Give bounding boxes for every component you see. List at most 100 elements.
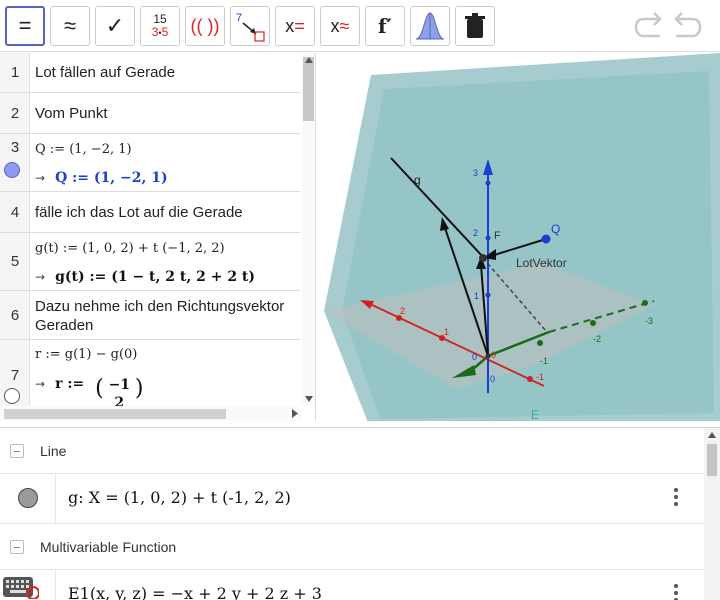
z-tick-label: 2: [473, 228, 478, 238]
derivative-tool-button[interactable]: f′: [365, 6, 405, 46]
svg-text:7: 7: [236, 12, 242, 24]
group-header-line[interactable]: Line: [0, 428, 704, 474]
row-number: 1: [0, 53, 30, 92]
cas-text-cell[interactable]: fälle ich das Lot auf die Gerade: [35, 204, 296, 221]
substitute-tool-button[interactable]: 7: [230, 6, 270, 46]
group-name: Multivariable Function: [40, 539, 177, 555]
probability-tool-button[interactable]: [410, 6, 450, 46]
cas-vertical-scroll-thumb[interactable]: [303, 57, 314, 121]
scroll-up-icon[interactable]: [305, 56, 313, 64]
trash-icon: [465, 13, 485, 38]
expand-tool-button[interactable]: (( )): [185, 6, 225, 46]
distribution-icon: [415, 12, 445, 40]
cas-row[interactable]: 6 Dazu nehme ich den Richtungsvektor Ger…: [0, 291, 300, 340]
cas-text-cell[interactable]: Dazu nehme ich den Richtungsvektor Gerad…: [35, 297, 296, 335]
substitute-icon: 7: [236, 12, 265, 42]
cas-horizontal-scroll-thumb[interactable]: [4, 409, 226, 419]
x-tick-label: -1: [536, 372, 544, 382]
cas-horizontal-scrollbar[interactable]: [0, 406, 302, 421]
lot-vektor-label: LotVektor: [516, 256, 567, 270]
cas-row[interactable]: 1 Lot fällen auf Gerade: [0, 53, 300, 93]
visibility-toggle[interactable]: [0, 474, 56, 523]
cas-toolbar: = ≈ ✓ 15 3•5 (( )) 7 x= x≈ f′: [0, 0, 720, 52]
y-tick-label: -1: [540, 356, 548, 366]
object-marker-icon[interactable]: [18, 488, 38, 508]
algebra-expression[interactable]: E1(x, y, z) = −x + 2 y + 2 z + 3: [68, 584, 322, 600]
visibility-toggle-icon[interactable]: [4, 388, 20, 404]
origin-point: [485, 353, 491, 359]
cas-row[interactable]: 2 Vom Punkt: [0, 93, 300, 134]
group-header-function[interactable]: Multivariable Function: [0, 524, 704, 570]
algebra-item-function-e1[interactable]: E1(x, y, z) = −x + 2 y + 2 z + 3: [0, 570, 704, 600]
delete-tool-button[interactable]: [455, 6, 495, 46]
matrix-bracket-right: ): [134, 376, 144, 401]
algebra-item-line-g[interactable]: g: X = (1, 0, 2) + t (-1, 2, 2): [0, 474, 704, 524]
algebra-view: Line g: X = (1, 0, 2) + t (-1, 2, 2) Mul…: [0, 427, 720, 600]
more-menu-icon[interactable]: [674, 584, 678, 600]
undo-icon[interactable]: [634, 12, 666, 40]
visibility-toggle-icon[interactable]: [4, 162, 20, 178]
more-menu-icon[interactable]: [674, 488, 678, 509]
cas-row[interactable]: 5 g(t) := (1, 0, 2) + t (−1, 2, 2) → g(t)…: [0, 233, 300, 291]
row-number: 2: [0, 93, 30, 133]
y-tick-label: -2: [593, 334, 601, 344]
collapse-icon[interactable]: [10, 444, 24, 458]
cas-input[interactable]: r := g(1) − g(0): [35, 347, 296, 362]
solve-tool-button[interactable]: x=: [275, 6, 315, 46]
evaluate-tool-button[interactable]: =: [5, 6, 45, 46]
factor-product: 3•5: [151, 24, 169, 39]
row-number: 6: [0, 291, 30, 339]
group-name: Line: [40, 443, 67, 459]
y-tick-label: -3: [645, 316, 653, 326]
line-g-label: g: [414, 173, 421, 187]
scroll-down-icon[interactable]: [305, 395, 313, 403]
row-number: 5: [0, 233, 30, 290]
z-tick-label: 3: [473, 168, 478, 178]
cas-output: → Q := (1, −2, 1): [35, 170, 168, 186]
derivative-icon: f′: [378, 14, 392, 38]
row-number: 7: [0, 340, 30, 410]
cas-input[interactable]: Q := (1, −2, 1): [35, 142, 296, 157]
cas-view: 1 Lot fällen auf Gerade 2 Vom Punkt 3 Q …: [0, 53, 316, 421]
z-tick-label: 1: [474, 291, 479, 301]
redo-icon[interactable]: [670, 12, 702, 40]
graphics-3d-view[interactable]: -1 -2 -3 2 1 0 -1 3 2 1 0 0 g F Q LotVek…: [324, 53, 720, 421]
point-Q[interactable]: [541, 234, 551, 244]
numeric-tool-button[interactable]: ≈: [50, 6, 90, 46]
point-F-label: F: [494, 230, 501, 242]
row-number: 3: [0, 134, 30, 191]
keyboard-icon[interactable]: [3, 577, 39, 599]
scroll-right-icon[interactable]: [291, 409, 299, 418]
algebra-expression[interactable]: g: X = (1, 0, 2) + t (-1, 2, 2): [68, 488, 291, 507]
approx-icon: ≈: [63, 13, 77, 38]
collapse-icon[interactable]: [10, 540, 24, 554]
x-tick-label: 0: [491, 350, 496, 360]
cas-row[interactable]: 3 Q := (1, −2, 1) → Q := (1, −2, 1): [0, 134, 300, 192]
cas-input[interactable]: g(t) := (1, 0, 2) + t (−1, 2, 2): [35, 241, 296, 256]
z-tick-label: 0: [490, 374, 495, 384]
point-F[interactable]: [479, 254, 487, 262]
x-tick-label: 2: [400, 306, 405, 316]
equals-icon: =: [18, 13, 32, 38]
plane-e-label: E: [531, 408, 539, 421]
cas-output: → g(t) := (1 − t, 2 t, 2 + 2 t): [35, 269, 256, 285]
expand-icon: (( )): [190, 15, 220, 36]
keep-input-tool-button[interactable]: ✓: [95, 6, 135, 46]
algebra-scroll-thumb[interactable]: [707, 444, 717, 476]
solve-numerically-icon: x≈: [330, 15, 350, 36]
cas-row[interactable]: 4 fälle ich das Lot auf die Gerade: [0, 192, 300, 233]
scroll-up-icon[interactable]: [708, 431, 716, 439]
cas-text-cell[interactable]: Vom Punkt: [35, 105, 296, 122]
matrix-bracket-left: (: [95, 376, 104, 401]
3d-scene[interactable]: -1 -2 -3 2 1 0 -1 3 2 1 0 0 g F Q LotVek…: [324, 53, 720, 421]
check-icon: ✓: [105, 13, 125, 38]
solve-numerically-tool-button[interactable]: x≈: [320, 6, 360, 46]
cas-text-cell[interactable]: Lot fällen auf Gerade: [35, 64, 296, 81]
row-number: 4: [0, 192, 30, 232]
point-Q-label: Q: [551, 222, 560, 236]
solve-icon: x=: [285, 15, 305, 36]
factor-tool-button[interactable]: 15 3•5: [140, 6, 180, 46]
origin-label: 0: [472, 352, 477, 362]
x-tick-label: 1: [444, 327, 449, 337]
cas-row[interactable]: 7 r := g(1) − g(0) → r := ( −1 2 ): [0, 340, 300, 411]
